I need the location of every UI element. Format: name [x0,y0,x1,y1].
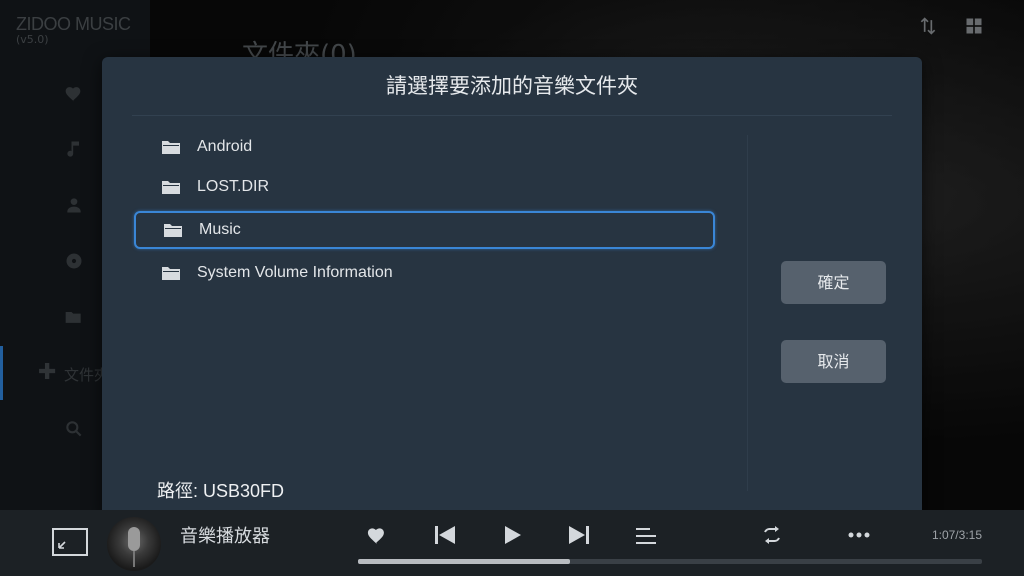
vertical-divider [747,135,748,491]
title-divider [132,115,892,116]
folder-name: System Volume Information [197,264,393,281]
folder-item[interactable]: LOST.DIR [134,168,715,206]
folder-icon [162,180,180,194]
confirm-button[interactable]: 確定 [781,261,886,304]
playback-time: 1:07/3:15 [931,528,982,542]
cancel-button[interactable]: 取消 [781,340,886,383]
current-path: 路徑: USB30FD [157,481,285,501]
more-options-icon[interactable] [848,532,870,538]
folder-icon [164,223,182,237]
player-bar: 音樂播放器 1:07/3:15 [0,510,1024,576]
folder-picker-dialog: 請選擇要添加的音樂文件夾 Android LOST.DIR Music Syst… [102,57,922,518]
fullscreen-icon[interactable] [52,528,88,556]
folder-icon [162,140,180,154]
microphone-image [128,527,140,551]
microphone-stand [133,551,135,567]
dialog-title: 請選擇要添加的音樂文件夾 [386,74,638,98]
progress-bar[interactable] [358,559,982,564]
track-title: 音樂播放器 [180,526,270,547]
playlist-icon[interactable] [636,527,656,545]
folder-name: Music [199,221,241,238]
folder-item[interactable]: Android [134,128,715,166]
folder-icon [162,266,180,280]
folder-item-selected[interactable]: Music [134,211,715,249]
folder-name: LOST.DIR [197,178,270,195]
album-art[interactable] [107,517,161,571]
next-track-icon[interactable] [569,526,589,544]
folder-name: Android [197,138,253,155]
favorite-heart-icon[interactable] [366,525,388,545]
progress-fill [358,559,571,564]
folder-item[interactable]: System Volume Information [134,254,715,292]
previous-track-icon[interactable] [435,526,455,544]
play-icon[interactable] [505,526,521,544]
repeat-icon[interactable] [761,526,783,544]
